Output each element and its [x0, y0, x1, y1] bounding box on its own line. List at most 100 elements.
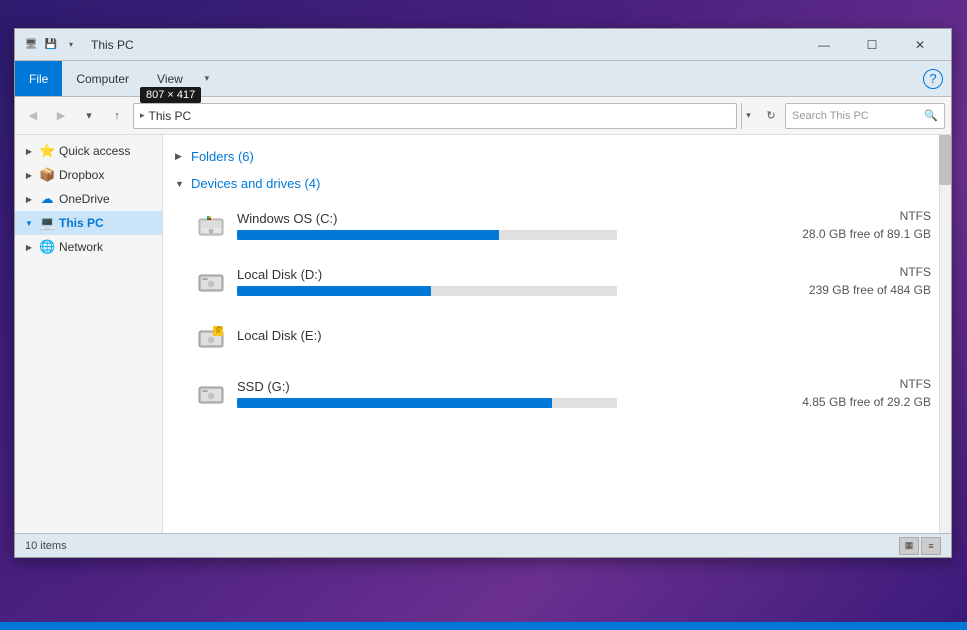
- up-button[interactable]: ↑: [105, 104, 129, 128]
- drives-section-title: Devices and drives (4): [191, 176, 320, 191]
- save-icon: 💾: [43, 37, 59, 53]
- titlebar-dropdown-icon: ▾: [63, 37, 79, 53]
- drive-filesystem-c: NTFS: [900, 209, 931, 223]
- drive-item-g[interactable]: SSD (G:) NTFS 4.85 GB free of 29.2 GB: [163, 365, 951, 421]
- drive-name-d: Local Disk (D:): [237, 267, 791, 282]
- sidebar: ▶ ⭐ Quick access ▶ 📦 Dropbox ▶ ☁ OneDriv…: [15, 135, 163, 533]
- search-bar[interactable]: Search This PC 🔍: [785, 103, 945, 129]
- drive-item-e[interactable]: Local Disk (E:): [163, 309, 951, 365]
- drive-meta-c: NTFS 28.0 GB free of 89.1 GB: [786, 209, 931, 241]
- window-icon: 🖥: [23, 37, 39, 53]
- title-bar-icons: 🖥 💾 ▾: [23, 37, 79, 53]
- sidebar-item-dropbox[interactable]: ▶ 📦 Dropbox: [15, 163, 162, 187]
- search-placeholder: Search This PC: [792, 110, 920, 122]
- expand-icon: ▶: [23, 169, 35, 181]
- drive-item-d[interactable]: Local Disk (D:) NTFS 239 GB free of 484 …: [163, 253, 951, 309]
- window-title: This PC: [91, 38, 801, 52]
- window-controls: — ☐ ✕: [801, 29, 943, 61]
- drive-meta-e: [791, 335, 931, 339]
- expand-icon: ▼: [23, 217, 35, 229]
- view-buttons: ▦ ≡: [899, 537, 941, 555]
- sidebar-item-label: OneDrive: [59, 192, 154, 206]
- refresh-icon: ↻: [766, 109, 775, 122]
- tab-computer[interactable]: Computer: [62, 61, 143, 96]
- drive-filesystem-d: NTFS: [900, 265, 931, 279]
- status-count: 10 items: [25, 540, 899, 552]
- folders-expand-icon: ▶: [175, 151, 187, 162]
- address-separator-icon: ▸: [140, 110, 145, 121]
- drive-filesystem-g: NTFS: [900, 377, 931, 391]
- grid-view-button[interactable]: ▦: [899, 537, 919, 555]
- sidebar-item-onedrive[interactable]: ▶ ☁ OneDrive: [15, 187, 162, 211]
- drives-expand-icon: ▼: [175, 179, 187, 189]
- drive-info-e: Local Disk (E:): [237, 328, 791, 347]
- sidebar-item-label: Quick access: [59, 144, 154, 158]
- sidebar-item-label: Dropbox: [59, 168, 154, 182]
- drive-name-c: Windows OS (C:): [237, 211, 786, 226]
- folders-section-header[interactable]: ▶ Folders (6): [163, 143, 951, 170]
- folders-section-title: Folders (6): [191, 149, 254, 164]
- up-icon: ↑: [114, 110, 120, 122]
- address-dropdown-button[interactable]: ▾: [741, 103, 755, 129]
- content-area: ▶ ⭐ Quick access ▶ 📦 Dropbox ▶ ☁ OneDriv…: [15, 135, 951, 533]
- main-panel: ▶ Folders (6) ▼ Devices and drives (4): [163, 135, 951, 533]
- progress-bar-d: [237, 286, 617, 296]
- drives-section-header[interactable]: ▼ Devices and drives (4): [163, 170, 951, 197]
- recent-locations-button[interactable]: ▾: [77, 104, 101, 128]
- scrollbar-track[interactable]: [939, 135, 951, 533]
- dropdown-arrow-icon: ▾: [86, 109, 92, 122]
- drive-info-c: Windows OS (C:): [237, 211, 786, 240]
- bottom-accent-bar: [0, 622, 967, 630]
- sidebar-item-label: This PC: [59, 216, 154, 230]
- drive-meta-d: NTFS 239 GB free of 484 GB: [791, 265, 931, 297]
- drive-icon-e: [195, 321, 227, 353]
- expand-icon: ▶: [23, 145, 35, 157]
- drive-icon-c: [195, 209, 227, 241]
- forward-button[interactable]: ▶: [49, 104, 73, 128]
- progress-bar-g: [237, 398, 617, 408]
- list-view-button[interactable]: ≡: [921, 537, 941, 555]
- drive-icon-g: [195, 377, 227, 409]
- sidebar-item-network[interactable]: ▶ 🌐 Network: [15, 235, 162, 259]
- drive-meta-g: NTFS 4.85 GB free of 29.2 GB: [786, 377, 931, 409]
- forward-icon: ▶: [57, 109, 65, 122]
- minimize-button[interactable]: —: [801, 29, 847, 61]
- close-button[interactable]: ✕: [897, 29, 943, 61]
- sidebar-item-label: Network: [59, 240, 154, 254]
- address-path: This PC: [149, 109, 192, 123]
- drive-space-g: 4.85 GB free of 29.2 GB: [802, 395, 931, 409]
- drive-space-d: 239 GB free of 484 GB: [809, 283, 931, 297]
- quick-access-icon: ⭐: [39, 143, 55, 159]
- drive-info-d: Local Disk (D:): [237, 267, 791, 296]
- scrollbar-thumb[interactable]: [939, 135, 951, 185]
- network-icon: 🌐: [39, 239, 55, 255]
- sidebar-item-this-pc[interactable]: ▼ 💻 This PC: [15, 211, 162, 235]
- drive-item-c[interactable]: Windows OS (C:) NTFS 28.0 GB free of 89.…: [163, 197, 951, 253]
- title-bar: 🖥 💾 ▾ This PC — ☐ ✕: [15, 29, 951, 61]
- refresh-button[interactable]: ↻: [761, 106, 781, 126]
- sidebar-item-quick-access[interactable]: ▶ ⭐ Quick access: [15, 139, 162, 163]
- address-bar[interactable]: ▸ This PC: [133, 103, 737, 129]
- help-button[interactable]: ?: [923, 69, 943, 89]
- ribbon: File Computer View ▾ ?: [15, 61, 951, 97]
- ribbon-expand-icon[interactable]: ▾: [197, 61, 217, 96]
- expand-icon: ▶: [23, 193, 35, 205]
- tab-view[interactable]: View: [143, 61, 197, 96]
- drive-space-c: 28.0 GB free of 89.1 GB: [802, 227, 931, 241]
- onedrive-icon: ☁: [39, 191, 55, 207]
- maximize-button[interactable]: ☐: [849, 29, 895, 61]
- progress-fill-g: [237, 398, 552, 408]
- this-pc-icon: 💻: [39, 215, 55, 231]
- dropbox-icon: 📦: [39, 167, 55, 183]
- drive-name-e: Local Disk (E:): [237, 328, 791, 343]
- progress-bar-c: [237, 230, 617, 240]
- progress-fill-d: [237, 286, 431, 296]
- progress-fill-c: [237, 230, 499, 240]
- tab-file[interactable]: File: [15, 61, 62, 96]
- back-button[interactable]: ◀: [21, 104, 45, 128]
- expand-icon: ▶: [23, 241, 35, 253]
- drive-icon-d: [195, 265, 227, 297]
- file-explorer-window: 🖥 💾 ▾ This PC — ☐ ✕ 807 × 417 File Compu…: [14, 28, 952, 558]
- toolbar: ◀ ▶ ▾ ↑ ▸ This PC ▾ ↻ Search This PC 🔍: [15, 97, 951, 135]
- drive-name-g: SSD (G:): [237, 379, 786, 394]
